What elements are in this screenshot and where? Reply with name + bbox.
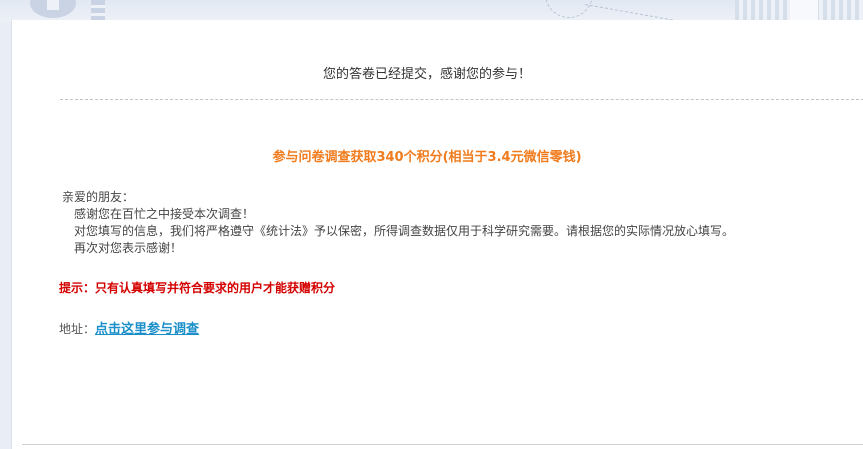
top-background-decoration (0, 0, 863, 22)
address-label: 地址： (59, 322, 96, 336)
letter-greeting: 亲爱的朋友： (62, 190, 135, 204)
decorative-dashed-arc (545, 0, 593, 18)
result-panel: 您的答卷已经提交，感谢您的参与！ 参与问卷调查获取340个积分(相当于3.4元微… (11, 20, 863, 449)
decorative-building-icon (91, 0, 105, 22)
letter-line: 感谢您在百忙之中接受本次调查！ (74, 207, 255, 221)
survey-letter: 亲爱的朋友： 感谢您在百忙之中接受本次调查！ 对您填写的信息，我们将严格遵守《统… (62, 189, 842, 257)
letter-line: 再次对您表示感谢！ (74, 241, 183, 255)
decorative-shape (47, 0, 59, 10)
letter-line: 对您填写的信息，我们将严格遵守《统计法》予以保密，所得调查数据仅用于科学研究需要… (74, 224, 735, 238)
survey-address: 地址：点击这里参与调查 (59, 318, 199, 337)
divider (60, 99, 863, 100)
submission-confirmation: 您的答卷已经提交，感谢您的参与！ (322, 67, 531, 82)
reward-title: 参与问卷调查获取340个积分(相当于3.4元微信零钱) (272, 150, 582, 165)
tip-text: 提示：只有认真填写并符合要求的用户才能获赠积分 (59, 281, 336, 295)
survey-link[interactable]: 点击这里参与调查 (95, 322, 199, 337)
decorative-shape (790, 0, 818, 22)
bottom-divider (22, 444, 863, 445)
